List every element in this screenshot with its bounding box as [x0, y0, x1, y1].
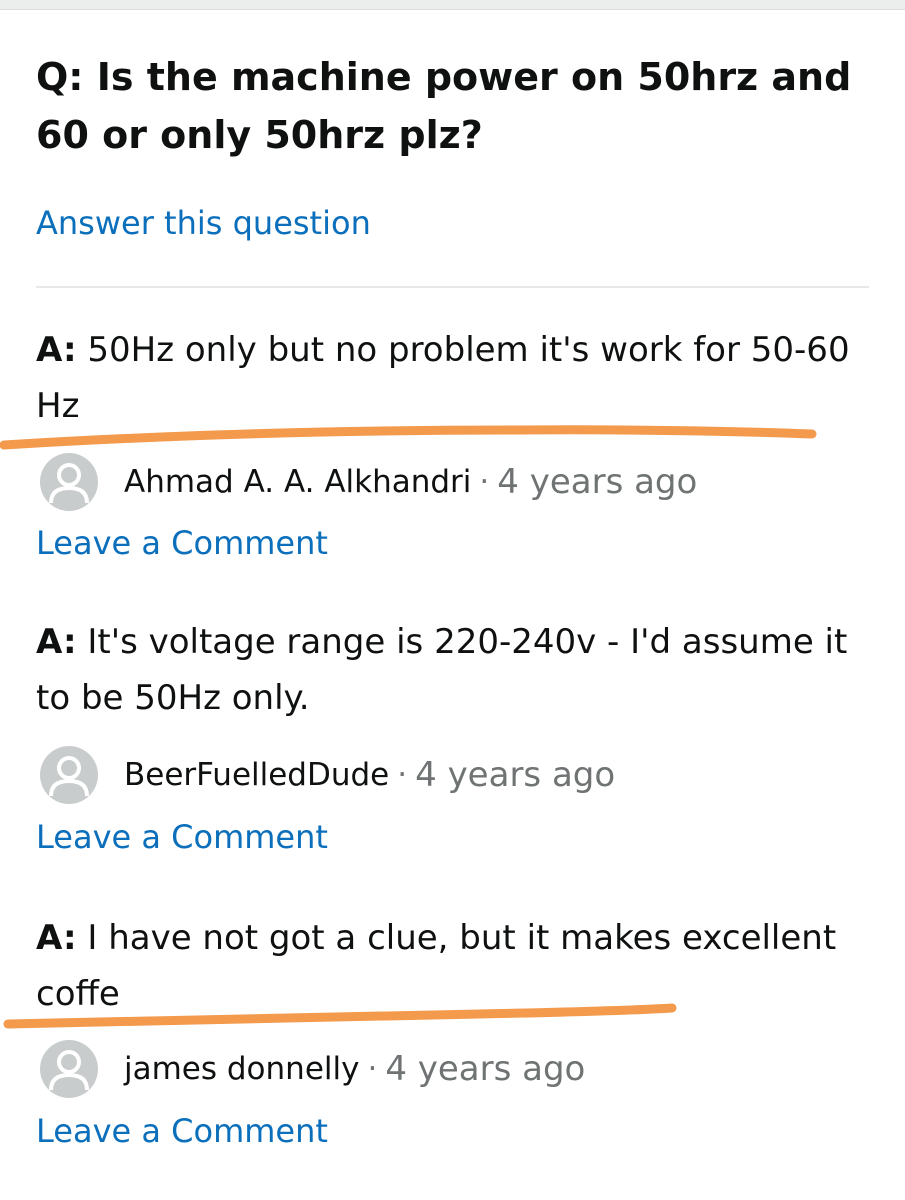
answer-3-text: A: I have not got a clue, but it makes e… [36, 910, 876, 1022]
top-border [0, 0, 905, 10]
answer-3-prefix: A: [36, 918, 77, 958]
byline-separator: · [397, 757, 408, 793]
divider [36, 286, 869, 288]
user-avatar-icon[interactable] [40, 746, 98, 804]
answer-1-leave-comment-link[interactable]: Leave a Comment [36, 524, 328, 562]
answer-3-leave-comment-link[interactable]: Leave a Comment [36, 1112, 328, 1150]
answer-3-body: I have not got a clue, but it makes exce… [36, 918, 837, 1014]
answer-1-byline: Ahmad A. A. Alkhandri · 4 years ago [40, 453, 698, 511]
answer-3-author[interactable]: james donnelly [124, 1051, 359, 1087]
answer-1-author[interactable]: Ahmad A. A. Alkhandri [124, 464, 471, 500]
answer-1-prefix: A: [36, 330, 77, 370]
answer-2-age: 4 years ago [415, 755, 616, 795]
answer-2-author[interactable]: BeerFuelledDude [124, 757, 389, 793]
user-avatar-icon[interactable] [40, 1040, 98, 1098]
user-avatar-icon[interactable] [40, 453, 98, 511]
answer-2-leave-comment-link[interactable]: Leave a Comment [36, 818, 328, 856]
answer-1-age: 4 years ago [497, 462, 698, 502]
answer-2-prefix: A: [36, 622, 77, 662]
answer-1-body: 50Hz only but no problem it's work for 5… [36, 330, 850, 426]
answer-2-body: It's voltage range is 220-240v - I'd ass… [36, 622, 848, 718]
question-title: Q: Is the machine power on 50hrz and 60 … [36, 48, 866, 164]
answer-2-byline: BeerFuelledDude · 4 years ago [40, 746, 616, 804]
question-text: Is the machine power on 50hrz and 60 or … [36, 55, 852, 157]
answer-2-text: A: It's voltage range is 220-240v - I'd … [36, 614, 876, 726]
byline-separator: · [479, 464, 490, 500]
answer-3-age: 4 years ago [385, 1049, 586, 1089]
answer-1-text: A: 50Hz only but no problem it's work fo… [36, 322, 876, 434]
answer-3-byline: james donnelly · 4 years ago [40, 1040, 586, 1098]
question-prefix: Q: [36, 55, 84, 99]
byline-separator: · [367, 1051, 378, 1087]
answer-this-question-link[interactable]: Answer this question [36, 204, 371, 242]
